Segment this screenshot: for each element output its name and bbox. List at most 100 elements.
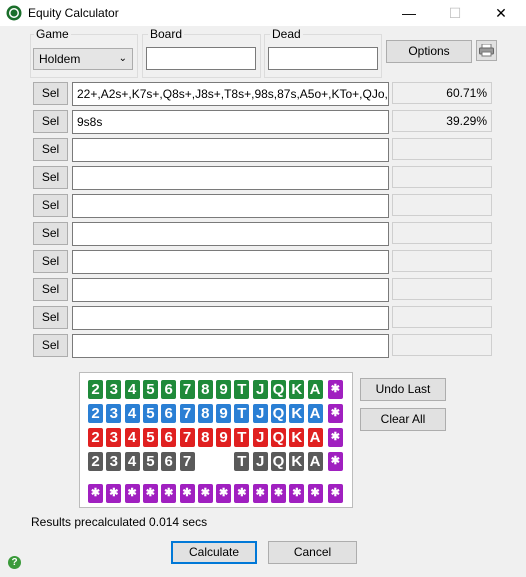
sel-button[interactable]: Sel — [33, 194, 68, 217]
dead-input[interactable] — [268, 47, 378, 70]
card-hearts-2[interactable]: 2 — [88, 404, 103, 423]
card-hearts-j[interactable]: J — [252, 404, 268, 423]
random-card-hearts[interactable]: ✱ — [327, 404, 343, 423]
random-card-spades[interactable]: ✱ — [327, 380, 343, 399]
card-diamonds-a[interactable]: A — [307, 428, 323, 447]
sel-button[interactable]: Sel — [33, 250, 68, 273]
random-card[interactable]: ✱ — [179, 484, 195, 503]
sel-button[interactable]: Sel — [33, 82, 68, 105]
card-diamonds-t[interactable]: T — [234, 428, 250, 447]
card-diamonds-5[interactable]: 5 — [142, 428, 158, 447]
sel-button[interactable]: Sel — [33, 306, 68, 329]
card-hearts-t[interactable]: T — [234, 404, 250, 423]
game-select[interactable]: Holdem ⌄ — [33, 48, 133, 70]
card-diamonds-q[interactable]: Q — [271, 428, 286, 447]
card-clubs-2[interactable]: 2 — [88, 452, 103, 471]
card-clubs-t[interactable]: T — [234, 452, 250, 471]
options-button[interactable]: Options — [386, 40, 472, 63]
sel-button[interactable]: Sel — [33, 110, 68, 133]
card-spades-k[interactable]: K — [289, 380, 305, 399]
card-spades-j[interactable]: J — [252, 380, 268, 399]
card-hearts-k[interactable]: K — [289, 404, 305, 423]
sel-button[interactable]: Sel — [33, 222, 68, 245]
random-card[interactable]: ✱ — [88, 484, 103, 503]
card-hearts-9[interactable]: 9 — [216, 404, 232, 423]
card-diamonds-6[interactable]: 6 — [161, 428, 177, 447]
player-range-input[interactable]: 22+,A2s+,K7s+,Q8s+,J8s+,T8s+,98s,87s,A5o… — [72, 82, 389, 106]
undo-last-button[interactable]: Undo Last — [360, 378, 446, 401]
card-spades-5[interactable]: 5 — [142, 380, 158, 399]
calculate-button[interactable]: Calculate — [171, 541, 257, 564]
help-icon[interactable]: ? — [8, 556, 21, 569]
random-card[interactable]: ✱ — [161, 484, 177, 503]
card-hearts-6[interactable]: 6 — [161, 404, 177, 423]
player-range-input[interactable] — [72, 334, 389, 358]
random-card[interactable]: ✱ — [142, 484, 158, 503]
random-card[interactable]: ✱ — [197, 484, 213, 503]
card-hearts-q[interactable]: Q — [271, 404, 286, 423]
card-spades-8[interactable]: 8 — [197, 380, 213, 399]
random-card[interactable]: ✱ — [124, 484, 140, 503]
random-card[interactable]: ✱ — [289, 484, 305, 503]
sel-button[interactable]: Sel — [33, 138, 68, 161]
minimize-button[interactable]: — — [386, 0, 432, 26]
random-card[interactable]: ✱ — [307, 484, 323, 503]
card-spades-a[interactable]: A — [307, 380, 323, 399]
card-clubs-j[interactable]: J — [252, 452, 268, 471]
card-spades-3[interactable]: 3 — [106, 380, 122, 399]
player-range-input[interactable] — [72, 278, 389, 302]
card-clubs-a[interactable]: A — [307, 452, 323, 471]
card-clubs-6[interactable]: 6 — [161, 452, 177, 471]
card-diamonds-j[interactable]: J — [252, 428, 268, 447]
random-card[interactable]: ✱ — [234, 484, 250, 503]
clear-all-button[interactable]: Clear All — [360, 408, 446, 431]
card-diamonds-3[interactable]: 3 — [106, 428, 122, 447]
random-card[interactable]: ✱ — [327, 484, 343, 503]
maximize-button[interactable]: ☐ — [432, 0, 478, 26]
player-range-input[interactable]: 9s8s — [72, 110, 389, 134]
card-diamonds-k[interactable]: K — [289, 428, 305, 447]
card-clubs-4[interactable]: 4 — [124, 452, 140, 471]
sel-button[interactable]: Sel — [33, 278, 68, 301]
player-range-input[interactable] — [72, 194, 389, 218]
random-card[interactable]: ✱ — [106, 484, 122, 503]
card-diamonds-4[interactable]: 4 — [124, 428, 140, 447]
card-clubs-3[interactable]: 3 — [106, 452, 122, 471]
close-button[interactable]: ✕ — [478, 0, 524, 26]
card-hearts-5[interactable]: 5 — [142, 404, 158, 423]
random-card-diamonds[interactable]: ✱ — [327, 428, 343, 447]
card-spades-t[interactable]: T — [234, 380, 250, 399]
card-spades-4[interactable]: 4 — [124, 380, 140, 399]
card-clubs-q[interactable]: Q — [271, 452, 286, 471]
print-button[interactable] — [476, 40, 497, 61]
player-range-input[interactable] — [72, 166, 389, 190]
random-card-clubs[interactable]: ✱ — [327, 452, 343, 471]
cancel-button[interactable]: Cancel — [268, 541, 357, 564]
card-spades-q[interactable]: Q — [271, 380, 286, 399]
card-clubs-7[interactable]: 7 — [179, 452, 195, 471]
card-hearts-3[interactable]: 3 — [106, 404, 122, 423]
player-range-input[interactable] — [72, 250, 389, 274]
card-spades-7[interactable]: 7 — [179, 380, 195, 399]
random-card[interactable]: ✱ — [271, 484, 286, 503]
card-diamonds-9[interactable]: 9 — [216, 428, 232, 447]
card-spades-9[interactable]: 9 — [216, 380, 232, 399]
card-hearts-a[interactable]: A — [307, 404, 323, 423]
card-diamonds-7[interactable]: 7 — [179, 428, 195, 447]
card-spades-6[interactable]: 6 — [161, 380, 177, 399]
random-card[interactable]: ✱ — [252, 484, 268, 503]
random-card[interactable]: ✱ — [216, 484, 232, 503]
card-hearts-4[interactable]: 4 — [124, 404, 140, 423]
card-clubs-k[interactable]: K — [289, 452, 305, 471]
card-clubs-5[interactable]: 5 — [142, 452, 158, 471]
card-hearts-8[interactable]: 8 — [197, 404, 213, 423]
player-range-input[interactable] — [72, 222, 389, 246]
card-spades-2[interactable]: 2 — [88, 380, 103, 399]
player-range-input[interactable] — [72, 306, 389, 330]
card-diamonds-8[interactable]: 8 — [197, 428, 213, 447]
board-input[interactable] — [146, 47, 256, 70]
sel-button[interactable]: Sel — [33, 334, 68, 357]
player-range-input[interactable] — [72, 138, 389, 162]
card-hearts-7[interactable]: 7 — [179, 404, 195, 423]
card-diamonds-2[interactable]: 2 — [88, 428, 103, 447]
